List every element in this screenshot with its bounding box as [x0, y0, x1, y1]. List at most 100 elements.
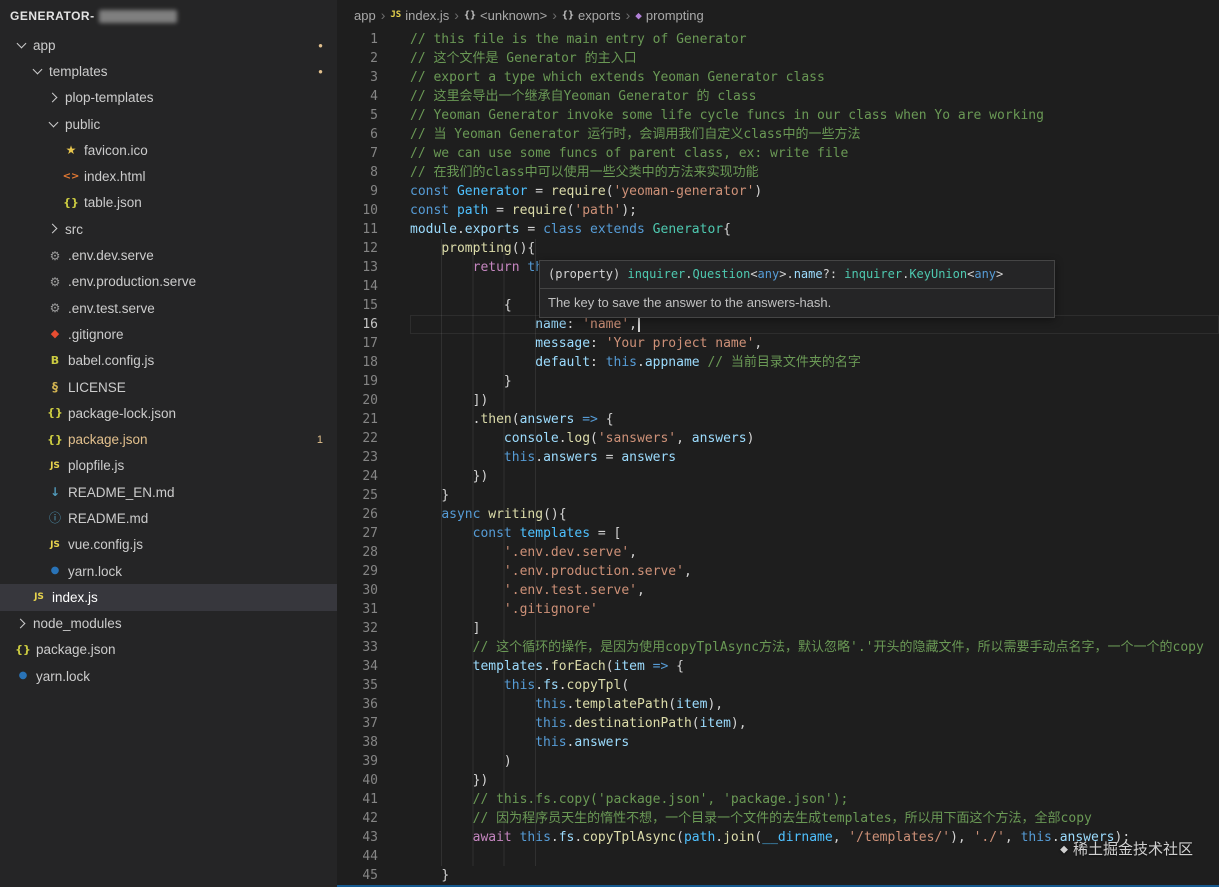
line-number[interactable]: 42	[337, 809, 378, 828]
tree-item-babel-config-js[interactable]: Bbabel.config.js	[0, 348, 337, 374]
line-number[interactable]: 1	[337, 30, 378, 49]
code-line[interactable]: // 在我们的class中可以使用一些父类中的方法来实现功能	[410, 163, 1219, 182]
code-line[interactable]: // 这个文件是 Generator 的主入口	[410, 49, 1219, 68]
line-number[interactable]: 22	[337, 429, 378, 448]
code-line[interactable]: // export a type which extends Yeoman Ge…	[410, 68, 1219, 87]
line-number[interactable]: 14	[337, 277, 378, 296]
tree-item-yarn-lock[interactable]: ● yarn.lock	[0, 558, 337, 584]
code-line[interactable]: // this file is the main entry of Genera…	[410, 30, 1219, 49]
code-line[interactable]: const Generator = require('yeoman-genera…	[410, 182, 1219, 201]
line-number[interactable]: 32	[337, 619, 378, 638]
line-number[interactable]: 37	[337, 714, 378, 733]
code-line[interactable]: this.templatePath(item),	[410, 695, 1219, 714]
code-line[interactable]: // 这个循环的操作，是因为使用copyTplAsync方法，默认忽略'.'开头…	[410, 638, 1219, 657]
code-line[interactable]: templates.forEach(item => {	[410, 657, 1219, 676]
code-line[interactable]: .then(answers => {	[410, 410, 1219, 429]
line-number[interactable]: 38	[337, 733, 378, 752]
tree-item-templates[interactable]: templates ●	[0, 58, 337, 84]
code-line[interactable]: async writing(){	[410, 505, 1219, 524]
line-number[interactable]: 20	[337, 391, 378, 410]
breadcrumb-item-unknown[interactable]: {} <unknown>	[464, 8, 547, 23]
line-number[interactable]: 3	[337, 68, 378, 87]
line-number[interactable]: 35	[337, 676, 378, 695]
line-number[interactable]: 29	[337, 562, 378, 581]
line-number[interactable]: 39	[337, 752, 378, 771]
code-line[interactable]: )	[410, 752, 1219, 771]
code-line[interactable]: '.env.test.serve',	[410, 581, 1219, 600]
code-line[interactable]: ])	[410, 391, 1219, 410]
code-line[interactable]: // 因为程序员天生的惰性不想，一个目录一个文件的去生成templates，所以…	[410, 809, 1219, 828]
line-number[interactable]: 24	[337, 467, 378, 486]
code-line[interactable]: this.answers = answers	[410, 448, 1219, 467]
code-line[interactable]: '.gitignore'	[410, 600, 1219, 619]
code-line[interactable]: '.env.dev.serve',	[410, 543, 1219, 562]
tree-item-favicon-ico[interactable]: ★ favicon.ico	[0, 137, 337, 163]
tree-item-readme-en-md[interactable]: ↓ README_EN.md	[0, 479, 337, 505]
line-number[interactable]: 36	[337, 695, 378, 714]
line-number[interactable]: 18	[337, 353, 378, 372]
tree-item-plopfile-js[interactable]: JS plopfile.js	[0, 453, 337, 479]
tree-item-index-js[interactable]: JS index.js	[0, 584, 337, 611]
tree-item-public[interactable]: public	[0, 111, 337, 137]
code-area[interactable]: 1 2 3 4 5 6 7 8 9 10 11 12 13 14 15 16 17 18 19 20 21 22 23 24 2…	[337, 30, 1219, 887]
code-line[interactable]: // Yeoman Generator invoke some life cyc…	[410, 106, 1219, 125]
explorer-root-header[interactable]: GENERATOR-	[0, 0, 337, 32]
code-line[interactable]: ]	[410, 619, 1219, 638]
line-number[interactable]: 31	[337, 600, 378, 619]
code-line[interactable]: // 当 Yeoman Generator 运行时，会调用我们自定义class中…	[410, 125, 1219, 144]
line-number[interactable]: 33	[337, 638, 378, 657]
line-number[interactable]: 25	[337, 486, 378, 505]
tree-item-package-json[interactable]: {} package.json	[0, 637, 337, 663]
tree-item-readme-md[interactable]: ⓘ README.md	[0, 505, 337, 531]
code-line[interactable]: }	[410, 866, 1219, 885]
code-line[interactable]: })	[410, 771, 1219, 790]
line-number[interactable]: 10	[337, 201, 378, 220]
code-line[interactable]: // 这里会导出一个继承自Yeoman Generator 的 class	[410, 87, 1219, 106]
tree-item-yarn-lock[interactable]: ● yarn.lock	[0, 663, 337, 689]
code-line[interactable]: message: 'Your project name',	[410, 334, 1219, 353]
tree-item-package-lock-json[interactable]: {} package-lock.json	[0, 400, 337, 426]
tree-item-env-test-serve[interactable]: ⚙ .env.test.serve	[0, 295, 337, 321]
code-line[interactable]: // this.fs.copy('package.json', 'package…	[410, 790, 1219, 809]
code-line[interactable]: }	[410, 372, 1219, 391]
code-line[interactable]: }	[410, 486, 1219, 505]
line-number[interactable]: 12	[337, 239, 378, 258]
line-number[interactable]: 11	[337, 220, 378, 239]
line-number[interactable]: 40	[337, 771, 378, 790]
line-number[interactable]: 17	[337, 334, 378, 353]
line-number[interactable]: 45	[337, 866, 378, 885]
breadcrumb-item-app[interactable]: app	[354, 8, 376, 23]
line-number[interactable]: 23	[337, 448, 378, 467]
code-line[interactable]: this.fs.copyTpl(	[410, 676, 1219, 695]
code-line[interactable]: '.env.production.serve',	[410, 562, 1219, 581]
tree-item-app[interactable]: app ●	[0, 32, 337, 58]
code-line[interactable]: module.exports = class extends Generator…	[410, 220, 1219, 239]
line-number[interactable]: 7	[337, 144, 378, 163]
breadcrumb-item-exports[interactable]: {} exports	[562, 8, 621, 23]
line-number[interactable]: 21	[337, 410, 378, 429]
tree-item-env-dev-serve[interactable]: ⚙ .env.dev.serve	[0, 242, 337, 268]
line-number[interactable]: 34	[337, 657, 378, 676]
tree-item-env-production-serve[interactable]: ⚙ .env.production.serve	[0, 269, 337, 295]
line-number[interactable]: 26	[337, 505, 378, 524]
code-line[interactable]: const templates = [	[410, 524, 1219, 543]
line-number[interactable]: 43	[337, 828, 378, 847]
code-line[interactable]: console.log('sanswers', answers)	[410, 429, 1219, 448]
code-line[interactable]: })	[410, 467, 1219, 486]
line-number[interactable]: 2	[337, 49, 378, 68]
line-number[interactable]: 9	[337, 182, 378, 201]
line-number[interactable]: 6	[337, 125, 378, 144]
line-number[interactable]: 27	[337, 524, 378, 543]
tree-item-plop-templates[interactable]: plop-templates	[0, 85, 337, 111]
tree-item-package-json[interactable]: {} package.json 1	[0, 426, 337, 452]
code-line[interactable]: default: this.appname // 当前目录文件夹的名字	[410, 353, 1219, 372]
line-number[interactable]: 8	[337, 163, 378, 182]
line-number[interactable]: 16	[337, 315, 378, 334]
line-number[interactable]: 15	[337, 296, 378, 315]
line-number[interactable]: 41	[337, 790, 378, 809]
line-number[interactable]: 13	[337, 258, 378, 277]
code-line[interactable]: prompting(){	[410, 239, 1219, 258]
tree-item-src[interactable]: src	[0, 216, 337, 242]
code-line[interactable]: // we can use some funcs of parent class…	[410, 144, 1219, 163]
code-line[interactable]: const path = require('path');	[410, 201, 1219, 220]
